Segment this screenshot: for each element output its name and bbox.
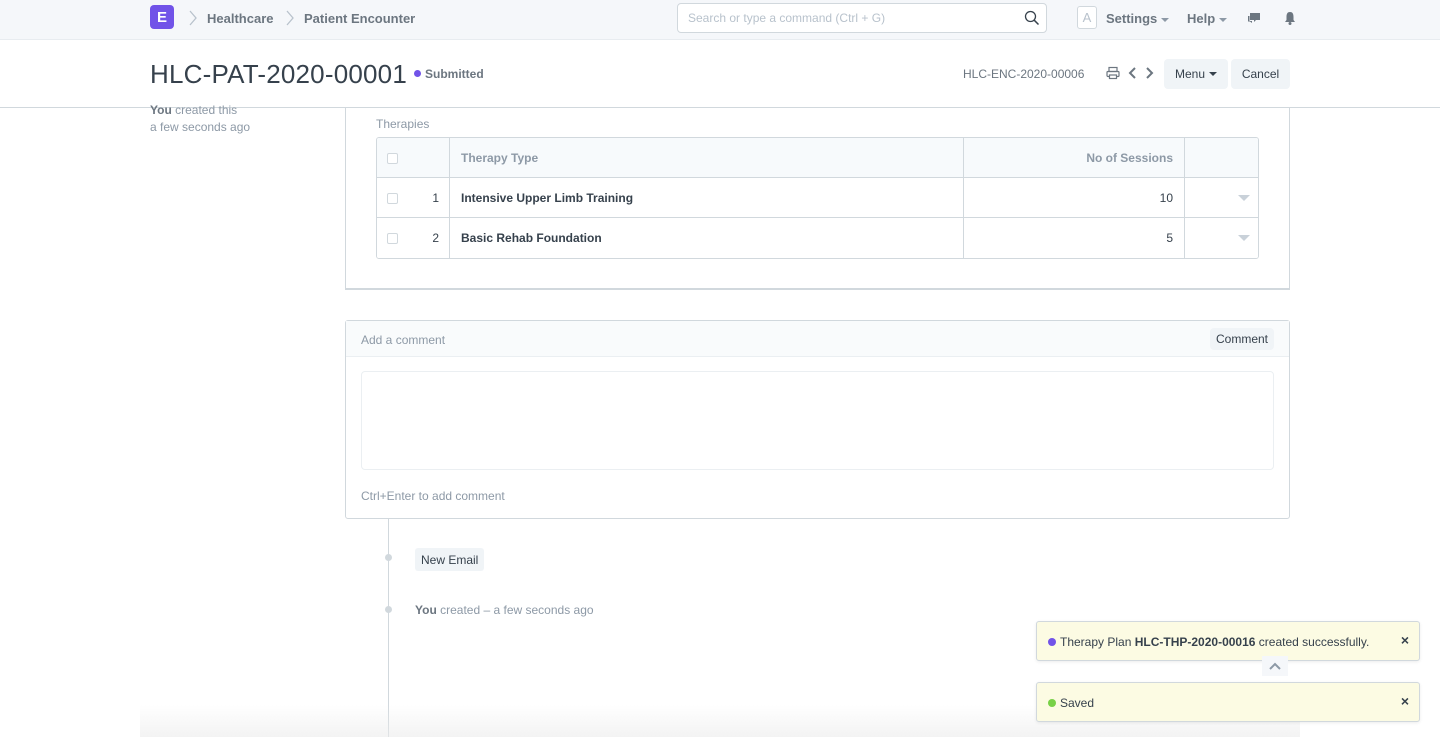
timeline-line (388, 519, 389, 737)
linked-document[interactable]: HLC-ENC-2020-00006 (963, 67, 1084, 81)
toast-doc-link[interactable]: HLC-THP-2020-00016 (1135, 635, 1256, 649)
previous-record-icon[interactable] (1126, 66, 1140, 80)
status-badge: Submitted (414, 67, 484, 81)
row-expand-caret-icon[interactable] (1238, 195, 1250, 201)
caret-down-icon (1209, 72, 1218, 76)
column-header-sessions: No of Sessions (964, 138, 1185, 178)
search-icon[interactable] (1024, 10, 1040, 26)
page-head: HLC-PAT-2020-00001 Submitted HLC-ENC-202… (0, 40, 1440, 108)
chevron-right-icon (286, 10, 294, 26)
select-all-checkbox[interactable] (387, 153, 398, 164)
row-action-cell (1185, 218, 1258, 258)
created-text: created this (175, 103, 238, 117)
notification-bell-icon[interactable] (1282, 10, 1298, 26)
timeline-entry: You created – a few seconds ago (415, 603, 594, 617)
timeline-entry-user: You (415, 603, 437, 617)
therapies-section: Therapies Therapy Type No of Sessions 1 … (345, 108, 1290, 290)
settings-dropdown[interactable]: Settings (1106, 11, 1170, 26)
navbar: E Healthcare Patient Encounter A Setting… (0, 0, 1440, 40)
next-record-icon[interactable] (1142, 66, 1156, 80)
timeline-dot (385, 554, 392, 561)
help-label: Help (1187, 11, 1216, 26)
caret-down-icon (1219, 17, 1228, 22)
header-action-cell (1185, 138, 1258, 178)
row-check-cell: 2 (377, 218, 450, 258)
breadcrumb-patient-encounter[interactable]: Patient Encounter (304, 11, 415, 26)
row-action-cell (1185, 178, 1258, 218)
collapse-toasts-button[interactable] (1262, 656, 1288, 676)
table-row[interactable]: 1 Intensive Upper Limb Training 10 (377, 178, 1258, 218)
print-icon[interactable] (1106, 66, 1120, 80)
toast-dot-icon (1048, 699, 1056, 707)
comment-header: Add a comment Comment (346, 321, 1289, 357)
row-index: 2 (432, 231, 439, 245)
new-email-button[interactable]: New Email (415, 548, 485, 571)
settings-label: Settings (1106, 11, 1158, 26)
status-dot-icon (414, 70, 421, 77)
timeline-entry-text: created – a few seconds ago (440, 603, 594, 617)
column-header-therapy-type: Therapy Type (450, 138, 964, 178)
page-title: HLC-PAT-2020-00001 (150, 59, 407, 89)
table-row[interactable]: 2 Basic Rehab Foundation 5 (377, 218, 1258, 258)
therapies-table: Therapy Type No of Sessions 1 Intensive … (376, 137, 1259, 259)
status-label: Submitted (425, 67, 484, 81)
caret-down-icon (1161, 17, 1170, 22)
therapy-type-cell[interactable]: Intensive Upper Limb Training (450, 178, 964, 218)
row-index: 1 (432, 191, 439, 205)
comment-hint: Ctrl+Enter to add comment (361, 489, 505, 503)
header-check-cell (377, 138, 450, 178)
timeline-dot (385, 606, 392, 613)
menu-label: Menu (1174, 67, 1206, 81)
sessions-cell[interactable]: 10 (964, 178, 1185, 218)
add-comment-label: Add a comment (361, 333, 446, 347)
help-dropdown[interactable]: Help (1187, 11, 1228, 26)
toast-prefix: Therapy Plan (1060, 635, 1132, 649)
sidebar-created-info: You created this (150, 103, 237, 117)
comment-button[interactable]: Comment (1210, 328, 1274, 350)
user-avatar[interactable]: A (1077, 6, 1097, 29)
toast-saved: Saved × (1036, 682, 1420, 722)
close-icon[interactable]: × (1401, 693, 1409, 709)
therapies-label: Therapies (376, 117, 430, 131)
created-by: You (150, 103, 172, 117)
therapy-type-cell[interactable]: Basic Rehab Foundation (450, 218, 964, 258)
sessions-cell[interactable]: 5 (964, 218, 1185, 258)
breadcrumb-healthcare[interactable]: Healthcare (207, 11, 273, 26)
row-expand-caret-icon[interactable] (1238, 235, 1250, 241)
toast-message: Saved (1060, 696, 1095, 710)
chevron-up-icon (1269, 662, 1281, 670)
toast-dot-icon (1048, 638, 1056, 646)
table-header: Therapy Type No of Sessions (377, 138, 1258, 178)
toast-therapy-plan: Therapy Plan HLC-THP-2020-00016 created … (1036, 621, 1420, 661)
search-box (677, 3, 1047, 33)
toast-suffix: created successfully. (1258, 635, 1370, 649)
sidebar-created-time: a few seconds ago (150, 120, 251, 134)
chat-icon[interactable] (1246, 10, 1262, 26)
row-checkbox[interactable] (387, 233, 398, 244)
app-logo[interactable]: E (150, 5, 174, 29)
toast-message: Therapy Plan HLC-THP-2020-00016 created … (1060, 635, 1369, 649)
chevron-right-icon (189, 10, 197, 26)
row-checkbox[interactable] (387, 193, 398, 204)
cancel-button[interactable]: Cancel (1231, 59, 1290, 89)
close-icon[interactable]: × (1401, 632, 1409, 648)
comment-input[interactable] (361, 371, 1274, 470)
menu-button[interactable]: Menu (1164, 59, 1228, 89)
search-input[interactable] (678, 4, 1008, 32)
comment-box: Add a comment Comment Ctrl+Enter to add … (345, 320, 1290, 519)
row-check-cell: 1 (377, 178, 450, 218)
